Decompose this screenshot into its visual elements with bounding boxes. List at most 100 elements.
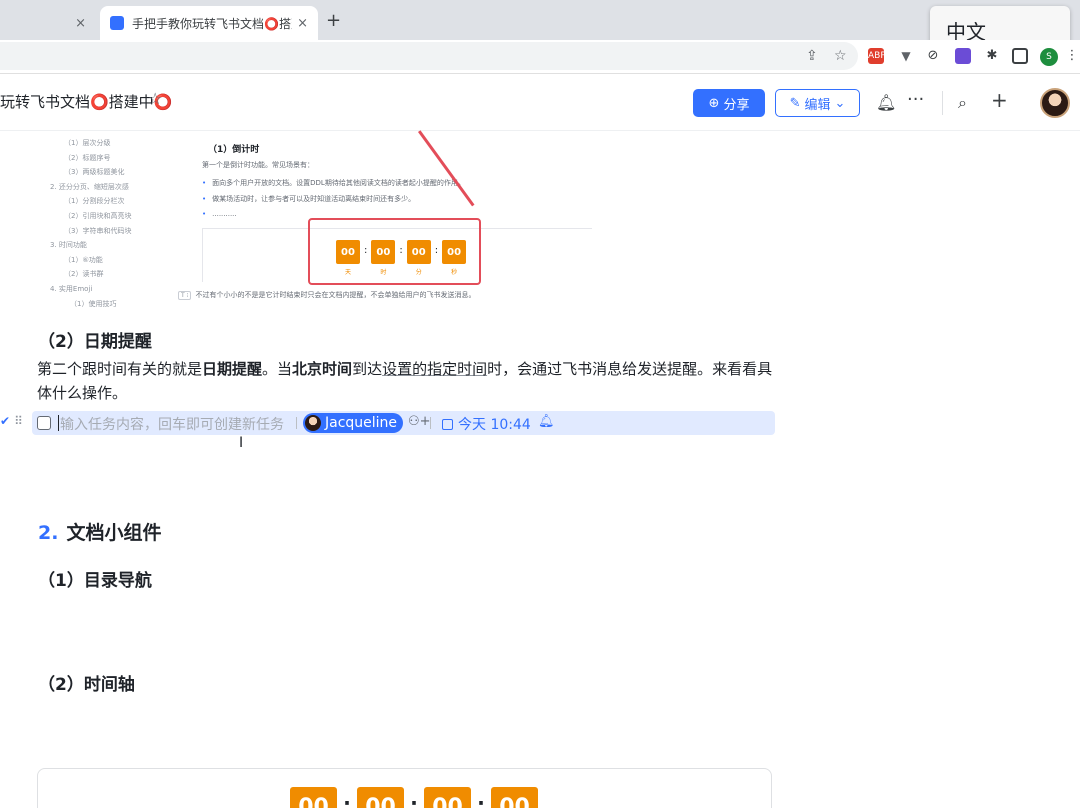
paragraph-date-reminder: 第二个跟时间有关的就是日期提醒。当北京时间到达设置的指定时间时，会通过飞书消息给… — [37, 357, 775, 405]
task-checkbox[interactable] — [37, 416, 51, 430]
puzzle-extensions-icon[interactable]: ✱ — [984, 48, 1000, 64]
countdown-colon: : — [399, 245, 403, 256]
countdown-digit: 00 — [371, 240, 396, 264]
task-due-date[interactable]: 今天 10:44 — [442, 414, 531, 434]
countdown-digit: 00 — [290, 787, 337, 808]
screen: × 手把手教你玩转飞书文档⭕搭建中⭕ × + 中文 ⇪ ☆ ABP ▼ ⊘ ✱ … — [0, 0, 1080, 808]
toc-line: （1）层次分级 — [64, 139, 111, 147]
address-bar[interactable]: ⇪ ☆ — [0, 42, 858, 70]
heading-doc-widgets: 2. 文档小组件 — [38, 518, 161, 545]
task-divider — [296, 417, 297, 429]
mouse-cursor: I — [239, 435, 244, 451]
countdown-colon: : — [343, 793, 351, 808]
heading-date-reminder: （2）日期提醒 — [38, 332, 152, 352]
notification-bell-icon[interactable]: 🔔︎ — [876, 93, 896, 112]
embedded-bullet: 做某场活动时，让参与者可以及时知道活动离结束时间还有多少。 — [202, 194, 415, 204]
chevron-down-icon: ⌄ — [834, 95, 846, 111]
search-icon[interactable]: ⌕ — [958, 93, 967, 113]
countdown-colon: : — [410, 793, 418, 808]
calendar-icon — [442, 418, 453, 430]
text-run: 。当 — [262, 360, 293, 378]
countdown-colon: : — [434, 245, 439, 256]
heading-text: 文档小组件 — [66, 522, 162, 544]
countdown-digit: 00 — [406, 240, 431, 264]
heading-timeline: （2）时间轴 — [38, 675, 135, 695]
countdown-digit: 00 — [442, 240, 467, 264]
reminder-bell-icon[interactable]: 🔔︎ — [538, 414, 555, 429]
share-page-icon[interactable]: ⇪ — [806, 48, 818, 64]
block-extension-icon[interactable]: ⊘ — [925, 48, 941, 64]
browser-tab-strip: × 手把手教你玩转飞书文档⭕搭建中⭕ × + — [0, 0, 1080, 40]
browser-tab-inactive[interactable]: × — [0, 6, 96, 40]
share-button[interactable]: ⊕ 分享 — [693, 89, 765, 117]
toc-line: （3）字符串和代码块 — [64, 226, 132, 235]
extension-icon[interactable] — [955, 48, 971, 64]
checkmark-icon[interactable]: ✔ — [0, 414, 10, 428]
doc-title[interactable]: 玩转飞书文档⭕搭建中⭕ — [0, 91, 172, 112]
embedded-countdown: 00 天 : 00 时 : 00 分 : 00 秒 — [336, 240, 467, 276]
embedded-heading: （1）倒计时 — [208, 145, 260, 155]
add-icon[interactable]: + — [991, 88, 1008, 112]
countdown-unit: 时 — [380, 269, 387, 276]
caption-text: 不过有个小小的不是是它计时结束时只会在文档内提醒，不会单独给用户的飞书发送消息。 — [195, 291, 476, 299]
tab-title: 手把手教你玩转飞书文档⭕搭建中⭕ — [132, 16, 292, 31]
embedded-bullet: 面向多个用户开放的文档。设置DDL期待给其他阅读文档的读者起小提醒的作用。 — [202, 178, 465, 188]
globe-icon: ⊕ — [708, 95, 720, 111]
adblock-extension-icon[interactable]: ABP — [868, 48, 886, 64]
task-assignee-chip[interactable]: Jacqueline — [303, 413, 404, 433]
countdown-unit: 秒 — [451, 269, 458, 276]
countdown-days: 00 天 — [336, 240, 360, 276]
new-tab-button[interactable]: + — [326, 10, 341, 31]
text-run: 第二个跟时间有关的就是 — [37, 360, 203, 378]
user-avatar[interactable] — [1040, 88, 1070, 118]
countdown-digit: 00 — [357, 787, 404, 808]
drag-handle-icon[interactable]: ⠿ — [14, 414, 23, 428]
text-run: 到达 — [352, 360, 383, 378]
toc-line: （2）标题序号 — [64, 153, 111, 162]
task-input[interactable]: 输入任务内容，回车即可创建新任务 — [60, 414, 284, 434]
text-block-icon: T ⁝ — [178, 290, 192, 300]
more-options-icon[interactable]: ··· — [907, 89, 924, 110]
toc-line: 2. 还分分页、缩短层次感 — [50, 182, 129, 191]
share-label: 分享 — [723, 97, 750, 113]
countdown-colon: : — [477, 793, 485, 808]
countdown-digit: 00 — [491, 787, 538, 808]
profile-avatar[interactable]: S — [1040, 48, 1058, 66]
assignee-avatar — [305, 415, 321, 431]
embedded-screenshot-image[interactable]: （1）层次分级 （2）标题序号 （3）两级标题美化 2. 还分分页、缩短层次感 … — [40, 130, 600, 311]
browser-tab-active[interactable]: 手把手教你玩转飞书文档⭕搭建中⭕ × — [100, 6, 318, 40]
doc-header: 玩转飞书文档⭕搭建中⭕ ☆ ⊕ 分享 ✎ 编辑 ⌄ 🔔︎ ··· ⌕ + — [0, 75, 1080, 131]
edit-mode-button[interactable]: ✎ 编辑 ⌄ — [775, 89, 860, 117]
close-tab-icon[interactable]: × — [297, 16, 308, 31]
toc-line: （1）分割段分栏次 — [64, 197, 125, 206]
embedded-intro: 第一个是倒计时功能。常见场景有： — [202, 161, 314, 169]
toc-line: （1）⑥功能 — [64, 255, 103, 264]
toc-line: （1）使用技巧 — [70, 299, 117, 308]
bold-text: 北京时间 — [292, 360, 353, 378]
add-assignee-icon[interactable]: ⚇+ — [408, 414, 431, 429]
underlined-text: 设置的指定时间 — [382, 360, 488, 378]
close-tab-icon[interactable]: × — [75, 16, 86, 31]
countdown-colon: : — [364, 245, 368, 256]
bold-text: 日期提醒 — [202, 360, 263, 378]
feishu-doc-favicon-icon — [110, 16, 124, 30]
text-cursor — [58, 415, 59, 431]
due-date-text: 今天 10:44 — [458, 417, 531, 433]
toc-line: 3. 时间功能 — [50, 241, 87, 250]
assignee-name: Jacqueline — [325, 415, 398, 431]
toc-line: （3）两级标题美化 — [64, 168, 125, 177]
vue-extension-icon[interactable]: ▼ — [898, 48, 914, 64]
task-block[interactable]: 输入任务内容，回车即可创建新任务 Jacqueline ⚇+ 今天 10:44 … — [32, 411, 775, 435]
embedded-toc: （1）层次分级 （2）标题序号 （3）两级标题美化 2. 还分分页、缩短层次感 … — [50, 136, 131, 311]
favorite-star-icon[interactable]: ☆ — [148, 89, 162, 108]
countdown-digit: 00 — [424, 787, 471, 808]
block-handle[interactable]: ✔ ⠿ — [0, 414, 23, 428]
toc-line: （2）引用块和高亮块 — [64, 211, 132, 220]
heading-toc-nav: （1）目录导航 — [38, 571, 152, 591]
countdown-minutes: 00 分 — [406, 240, 431, 276]
countdown-unit: 分 — [415, 269, 422, 276]
sidepanel-icon[interactable] — [1012, 48, 1028, 64]
bookmark-star-icon[interactable]: ☆ — [834, 48, 847, 64]
browser-menu-icon[interactable]: ⋮ — [1064, 48, 1080, 64]
embedded-bullet: ........... — [202, 210, 236, 218]
